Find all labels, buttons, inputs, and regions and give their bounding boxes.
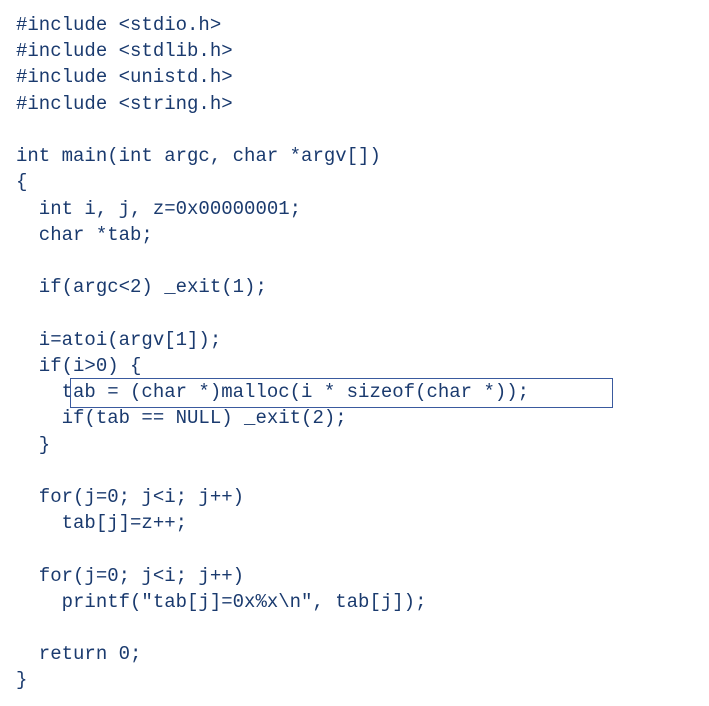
- code-line: [16, 300, 693, 326]
- code-line: [16, 458, 693, 484]
- code-line: }: [16, 432, 693, 458]
- code-line: tab = (char *)malloc(i * sizeof(char *))…: [16, 379, 693, 405]
- code-line: int i, j, z=0x00000001;: [16, 196, 693, 222]
- code-line: #include <stdlib.h>: [16, 38, 693, 64]
- code-block: #include <stdio.h>#include <stdlib.h>#in…: [16, 12, 693, 694]
- code-line: for(j=0; j<i; j++): [16, 563, 693, 589]
- code-line: [16, 117, 693, 143]
- code-line: int main(int argc, char *argv[]): [16, 143, 693, 169]
- code-line: char *tab;: [16, 222, 693, 248]
- code-line: [16, 248, 693, 274]
- code-line: tab[j]=z++;: [16, 510, 693, 536]
- code-line: if(i>0) {: [16, 353, 693, 379]
- code-line: printf("tab[j]=0x%x\n", tab[j]);: [16, 589, 693, 615]
- code-line: {: [16, 169, 693, 195]
- code-line: return 0;: [16, 641, 693, 667]
- code-line: #include <unistd.h>: [16, 64, 693, 90]
- code-line: if(argc<2) _exit(1);: [16, 274, 693, 300]
- code-line: if(tab == NULL) _exit(2);: [16, 405, 693, 431]
- code-line: #include <stdio.h>: [16, 12, 693, 38]
- code-line: i=atoi(argv[1]);: [16, 327, 693, 353]
- code-line: [16, 536, 693, 562]
- code-line: }: [16, 667, 693, 693]
- code-line: [16, 615, 693, 641]
- code-line: #include <string.h>: [16, 91, 693, 117]
- code-line: for(j=0; j<i; j++): [16, 484, 693, 510]
